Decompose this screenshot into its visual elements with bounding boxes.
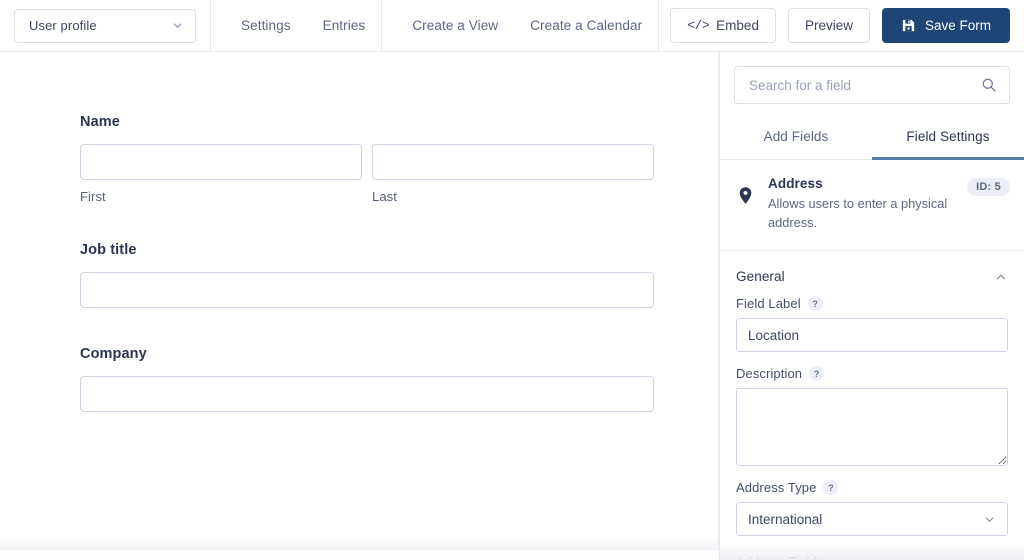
preview-button[interactable]: Preview: [787, 8, 870, 43]
embed-button-label: Embed: [716, 18, 759, 33]
selected-field-title: Address: [768, 176, 823, 191]
form-field-label: Job title: [80, 242, 137, 258]
search-input[interactable]: [749, 77, 981, 93]
form-selector-dropdown[interactable]: User profile: [14, 8, 196, 43]
form-sheet: Name First Last Job title Company: [0, 52, 719, 550]
section-header-general[interactable]: General: [720, 251, 1024, 296]
preview-button-label: Preview: [804, 18, 853, 33]
tab-add-fields[interactable]: Add Fields: [720, 120, 872, 160]
form-field-label: Company: [80, 346, 147, 362]
control-label-row: Field Label ?: [736, 296, 1008, 312]
help-icon[interactable]: ?: [809, 366, 825, 382]
embed-button[interactable]: </> Embed: [670, 8, 776, 43]
field-label-input[interactable]: [736, 318, 1008, 353]
save-disk-icon: [902, 19, 915, 32]
form-builder-app: User profile Settings Entries Create a V…: [0, 0, 1024, 560]
settings-scroll-area[interactable]: General Field Label ? Description ?: [720, 251, 1024, 560]
first-name-sublabel: First: [80, 189, 106, 204]
toolbar-actions: </> Embed Preview Save Form: [670, 8, 1024, 43]
last-name-sublabel: Last: [372, 189, 397, 204]
name-inputs-row: First Last: [80, 144, 654, 204]
last-name-input[interactable]: [372, 144, 654, 180]
address-type-value: International: [748, 511, 823, 527]
company-input[interactable]: [80, 376, 654, 412]
control-label-text: Address Type: [736, 480, 817, 496]
control-field-label: Field Label ?: [720, 296, 1024, 366]
form-selector-group: User profile: [0, 0, 211, 52]
code-icon: </>: [687, 18, 710, 33]
nav-group-primary: Settings Entries: [211, 0, 383, 52]
sidebar-tabs: Add Fields Field Settings: [720, 120, 1024, 160]
control-label-row: Address Type ?: [736, 480, 1008, 496]
save-form-button[interactable]: Save Form: [881, 8, 1010, 43]
map-pin-icon: [739, 187, 752, 204]
control-description: Description ?: [720, 366, 1024, 480]
name-last-col: Last: [372, 144, 654, 204]
help-icon[interactable]: ?: [823, 480, 839, 496]
control-label-text: Description: [736, 366, 803, 382]
form-field-name[interactable]: Name First Last: [80, 114, 654, 204]
address-fields-label: Address Fields: [720, 550, 1024, 560]
chevron-down-icon: [985, 517, 994, 522]
form-field-label: Name: [80, 114, 120, 130]
field-settings-sidebar: Add Fields Field Settings Address Allows…: [719, 52, 1024, 560]
control-label-row: Description ?: [736, 366, 1008, 382]
search-container: [720, 52, 1024, 120]
selected-field-info: Address Allows users to enter a physical…: [720, 160, 1024, 252]
address-type-select[interactable]: International: [736, 502, 1008, 537]
nav-group-secondary: Create a View Create a Calendar: [382, 0, 660, 52]
form-canvas: Name First Last Job title Company: [0, 52, 719, 560]
nav-item-settings[interactable]: Settings: [225, 0, 307, 52]
chevron-up-icon[interactable]: [994, 270, 1008, 284]
selected-field-description: Allows users to enter a physical address…: [768, 196, 948, 230]
canvas-bottom-fade: [0, 538, 718, 550]
help-icon[interactable]: ?: [807, 296, 823, 312]
control-label-text: Field Label: [736, 296, 801, 312]
form-selector-value: User profile: [29, 18, 97, 33]
top-toolbar: User profile Settings Entries Create a V…: [0, 0, 1024, 52]
job-title-input[interactable]: [80, 272, 654, 308]
first-name-input[interactable]: [80, 144, 362, 180]
workspace: Name First Last Job title Company Search…: [0, 52, 1024, 560]
nav-item-create-a-view[interactable]: Create a View: [396, 0, 514, 52]
search-icon[interactable]: [981, 77, 997, 93]
chevron-down-icon: [173, 23, 182, 28]
description-textarea[interactable]: [736, 388, 1008, 467]
tab-field-settings[interactable]: Field Settings: [872, 120, 1024, 160]
form-field-company[interactable]: Company: [80, 346, 654, 412]
search-box[interactable]: [734, 66, 1010, 104]
form-field-job-title[interactable]: Job title: [80, 242, 654, 308]
field-id-badge: ID: 5: [967, 178, 1010, 196]
save-form-button-label: Save Form: [924, 18, 991, 33]
name-first-col: First: [80, 144, 362, 204]
nav-item-create-a-calendar[interactable]: Create a Calendar: [514, 0, 658, 52]
control-address-type: Address Type ? International: [720, 480, 1024, 550]
section-title: General: [736, 269, 785, 285]
nav-item-entries[interactable]: Entries: [307, 0, 382, 52]
